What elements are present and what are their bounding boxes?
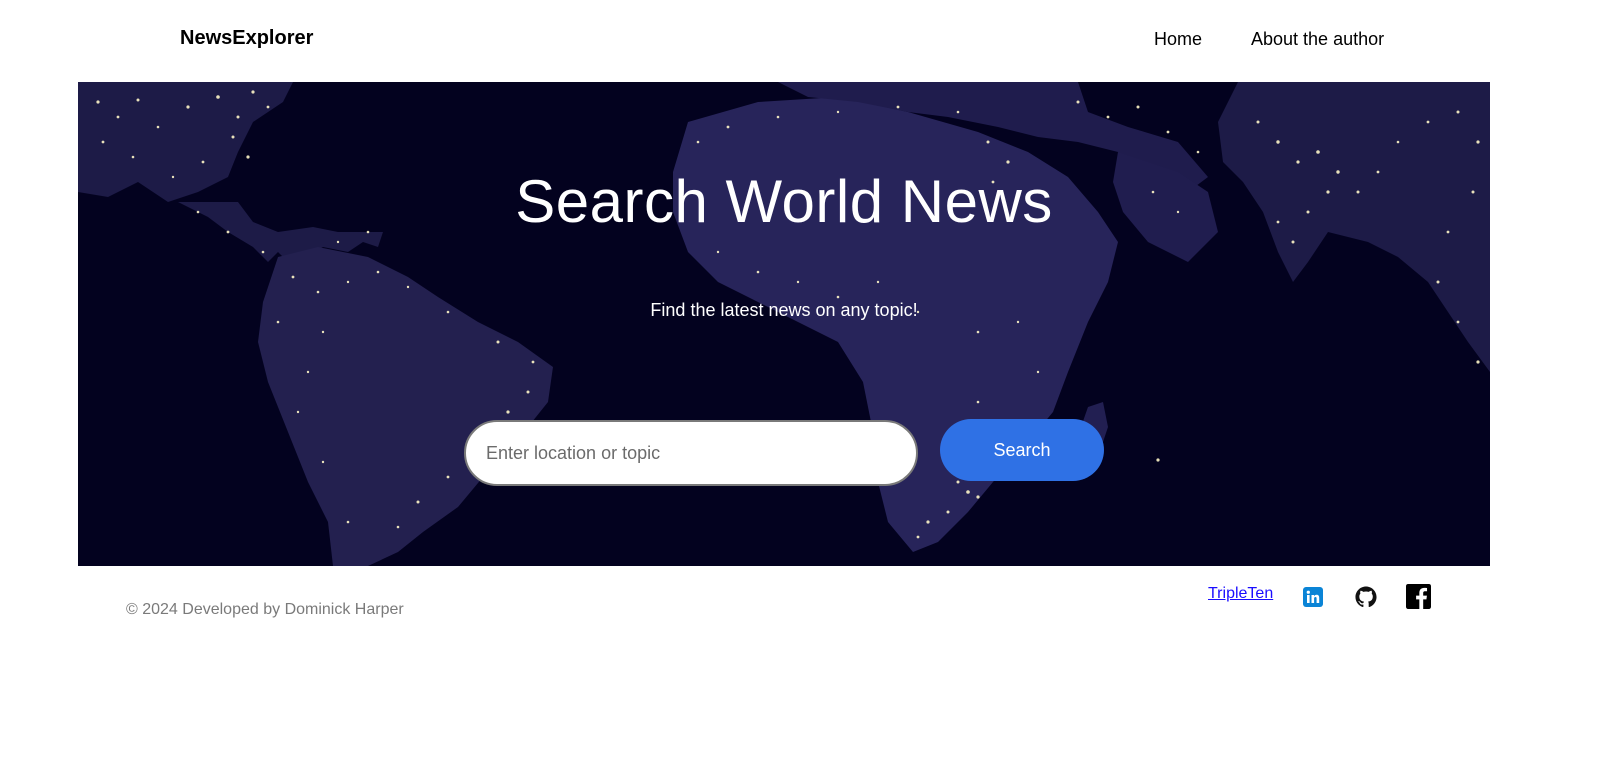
footer-copyright: © 2024 Developed by Dominick Harper [126, 601, 404, 618]
nav-about-link[interactable]: About the author [1251, 29, 1384, 50]
linkedin-icon[interactable] [1303, 587, 1323, 607]
facebook-icon[interactable] [1406, 584, 1431, 609]
footer-tripleten-link[interactable]: TripleTen [1208, 585, 1273, 603]
logo[interactable]: NewsExplorer [180, 27, 313, 50]
github-icon[interactable] [1355, 586, 1377, 608]
hero-subtitle: Find the latest news on any topic! [650, 300, 918, 320]
site-header: NewsExplorer Home About the author [0, 0, 1599, 82]
search-input[interactable] [464, 420, 918, 486]
nav-home-link[interactable]: Home [1154, 29, 1202, 50]
search-button[interactable]: Search [940, 419, 1104, 481]
hero-title: Search World News [515, 168, 1053, 235]
night-earth-map-image [78, 82, 1490, 566]
hero-section: Search World News Find the latest news o… [78, 82, 1490, 566]
page: NewsExplorer Home About the author Searc… [0, 0, 1599, 768]
